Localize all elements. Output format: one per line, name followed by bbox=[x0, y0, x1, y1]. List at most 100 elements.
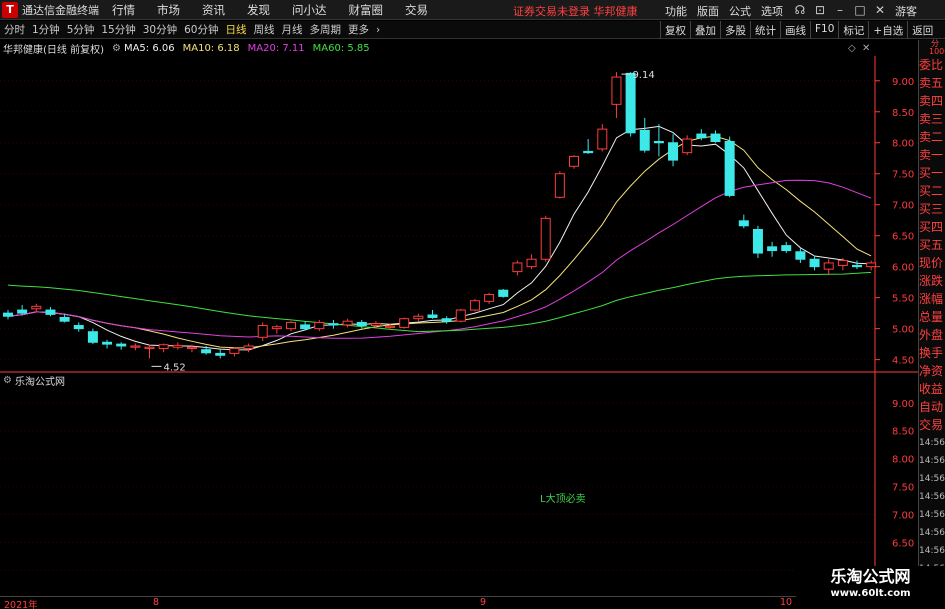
period-more[interactable]: 更多 bbox=[348, 22, 369, 37]
auto-trade-1: 交易 bbox=[919, 418, 944, 432]
candle-body-31 bbox=[441, 318, 452, 322]
sell-signal-label: L大顶必卖 bbox=[540, 494, 586, 505]
period-5min[interactable]: 5分钟 bbox=[67, 22, 95, 37]
candle-body-35 bbox=[498, 289, 509, 297]
tick-label-1: 8.50 bbox=[892, 108, 914, 119]
date-label-sep: 9 bbox=[480, 597, 487, 608]
sub-tick-label-1: 8.50 bbox=[892, 427, 914, 438]
auto-trade-0: 自动 bbox=[919, 400, 944, 414]
tick-label-2: 8.00 bbox=[892, 139, 914, 150]
diamond-icon[interactable]: ◇ bbox=[848, 43, 856, 54]
candle-body-33 bbox=[469, 300, 480, 311]
menu-item-wenxiaoda[interactable]: 问小达 bbox=[292, 2, 327, 18]
menu-item-hangqing[interactable]: 行情 bbox=[112, 2, 135, 18]
candle-body-3 bbox=[45, 309, 56, 315]
period-weekly[interactable]: 周线 bbox=[254, 22, 275, 37]
candle-body-15 bbox=[215, 352, 226, 356]
tick-time-4: 14:56 bbox=[919, 510, 945, 520]
ma60-label: MA60: 5.85 bbox=[312, 42, 370, 54]
quote-field-17: 净资 bbox=[919, 364, 944, 378]
quote-field-2: 卖四 bbox=[919, 94, 944, 108]
candle-body-24 bbox=[342, 320, 353, 326]
sub-price-axis: 9.008.508.007.507.006.506.00 bbox=[0, 399, 914, 577]
tick-label-8: 5.00 bbox=[892, 325, 914, 336]
ma5-line bbox=[7, 125, 872, 351]
candle-body-5 bbox=[73, 325, 84, 330]
login-notice[interactable]: 证券交易未登录 华邦健康 bbox=[513, 3, 638, 19]
menu-gongneng[interactable]: 功能 bbox=[665, 3, 687, 19]
sub-tick-label-4: 7.00 bbox=[892, 511, 914, 522]
candle-body-34 bbox=[484, 294, 495, 302]
btn-biaoji[interactable]: 标记 bbox=[838, 21, 868, 39]
period-multi[interactable]: 多周期 bbox=[310, 22, 342, 37]
candle-body-19 bbox=[271, 326, 282, 330]
quote-field-1: 卖五 bbox=[919, 76, 944, 90]
sub-tick-label-2: 8.00 bbox=[892, 455, 914, 466]
btn-tongji[interactable]: 统计 bbox=[750, 21, 780, 39]
menu-item-zixun[interactable]: 资讯 bbox=[202, 2, 225, 18]
candle-body-48 bbox=[682, 138, 693, 154]
btn-fuquan[interactable]: 复权 bbox=[660, 21, 690, 39]
tick-label-4: 7.00 bbox=[892, 201, 914, 212]
quote-field-7: 买二 bbox=[919, 184, 944, 198]
app-title: 通达信金融终端 bbox=[22, 3, 99, 17]
sub-chart-title: 乐淘公式网 bbox=[14, 376, 65, 388]
btn-huaxian[interactable]: 画线 bbox=[780, 21, 810, 39]
quote-field-9: 买四 bbox=[919, 220, 944, 234]
btn-duogu[interactable]: 多股 bbox=[720, 21, 750, 39]
close-icon[interactable]: ✕ bbox=[870, 1, 890, 19]
date-label-oct: 10 bbox=[780, 597, 793, 608]
btn-zixuan[interactable]: +自选 bbox=[868, 21, 907, 39]
ma60-line bbox=[7, 271, 872, 333]
gear-icon-sub[interactable]: ⚙ bbox=[3, 375, 12, 386]
candle-body-11 bbox=[158, 344, 169, 349]
period-daily[interactable]: 日线 bbox=[226, 22, 247, 37]
headset-icon[interactable]: ☊ bbox=[790, 1, 810, 19]
period-1min[interactable]: 1分钟 bbox=[32, 22, 60, 37]
menu-item-caifuquan[interactable]: 财富圈 bbox=[349, 2, 384, 18]
close-chart-icon[interactable]: ✕ bbox=[862, 43, 870, 54]
menu-item-shichang[interactable]: 市场 bbox=[157, 2, 180, 18]
menu-xuanxiang[interactable]: 选项 bbox=[761, 3, 783, 19]
maximize-icon[interactable]: □ bbox=[850, 1, 870, 19]
lock-icon[interactable]: ⊡ bbox=[810, 1, 830, 19]
btn-diejia[interactable]: 叠加 bbox=[690, 21, 720, 39]
period-30min[interactable]: 30分钟 bbox=[143, 22, 177, 37]
tick-label-7: 5.50 bbox=[892, 294, 914, 305]
chevron-right-icon[interactable]: › bbox=[376, 24, 380, 36]
candle-body-36 bbox=[512, 262, 523, 273]
quote-field-16: 换手 bbox=[919, 346, 944, 360]
candle-body-23 bbox=[328, 323, 339, 326]
btn-f10[interactable]: F10 bbox=[810, 21, 838, 39]
tick-label-5: 6.50 bbox=[892, 232, 914, 243]
panel-header-2: 1000 bbox=[929, 47, 945, 56]
period-15min[interactable]: 15分钟 bbox=[101, 22, 135, 37]
menu-item-faxian[interactable]: 发现 bbox=[247, 2, 270, 18]
sub-tick-label-5: 6.50 bbox=[892, 538, 914, 549]
candle-body-37 bbox=[526, 258, 537, 268]
btn-fanhui[interactable]: 返回 bbox=[907, 21, 937, 39]
candle-body-21 bbox=[300, 324, 311, 330]
candle-body-0 bbox=[3, 312, 13, 317]
quote-field-11: 现价 bbox=[919, 256, 944, 270]
period-60min[interactable]: 60分钟 bbox=[184, 22, 218, 37]
period-monthly[interactable]: 月线 bbox=[282, 22, 303, 37]
candlestick-chart[interactable]: 9.00 8.50 8.00 7.50 7.00 6.50 6.00 5.50 5.00 4.50… bbox=[0, 56, 918, 596]
guest-label[interactable]: 游客 bbox=[895, 3, 917, 19]
quote-field-12: 涨跌 bbox=[919, 274, 944, 288]
candle-body-53 bbox=[752, 228, 763, 254]
candle-body-47 bbox=[668, 142, 679, 161]
candle-body-43 bbox=[611, 76, 622, 105]
menu-banmian[interactable]: 版面 bbox=[697, 3, 719, 19]
menu-gongshi[interactable]: 公式 bbox=[729, 3, 751, 19]
candle-body-58 bbox=[823, 262, 834, 270]
tick-label-9: 4.50 bbox=[892, 356, 914, 367]
candle-body-7 bbox=[102, 341, 113, 345]
candle-body-51 bbox=[724, 141, 735, 196]
candle-body-18 bbox=[257, 325, 268, 338]
candle-body-32 bbox=[455, 309, 466, 322]
period-fenshi[interactable]: 分时 bbox=[4, 22, 25, 37]
menu-item-jiaoyi[interactable]: 交易 bbox=[405, 2, 428, 18]
minimize-icon[interactable]: – bbox=[830, 1, 850, 19]
gear-icon[interactable]: ⚙ bbox=[112, 43, 121, 54]
